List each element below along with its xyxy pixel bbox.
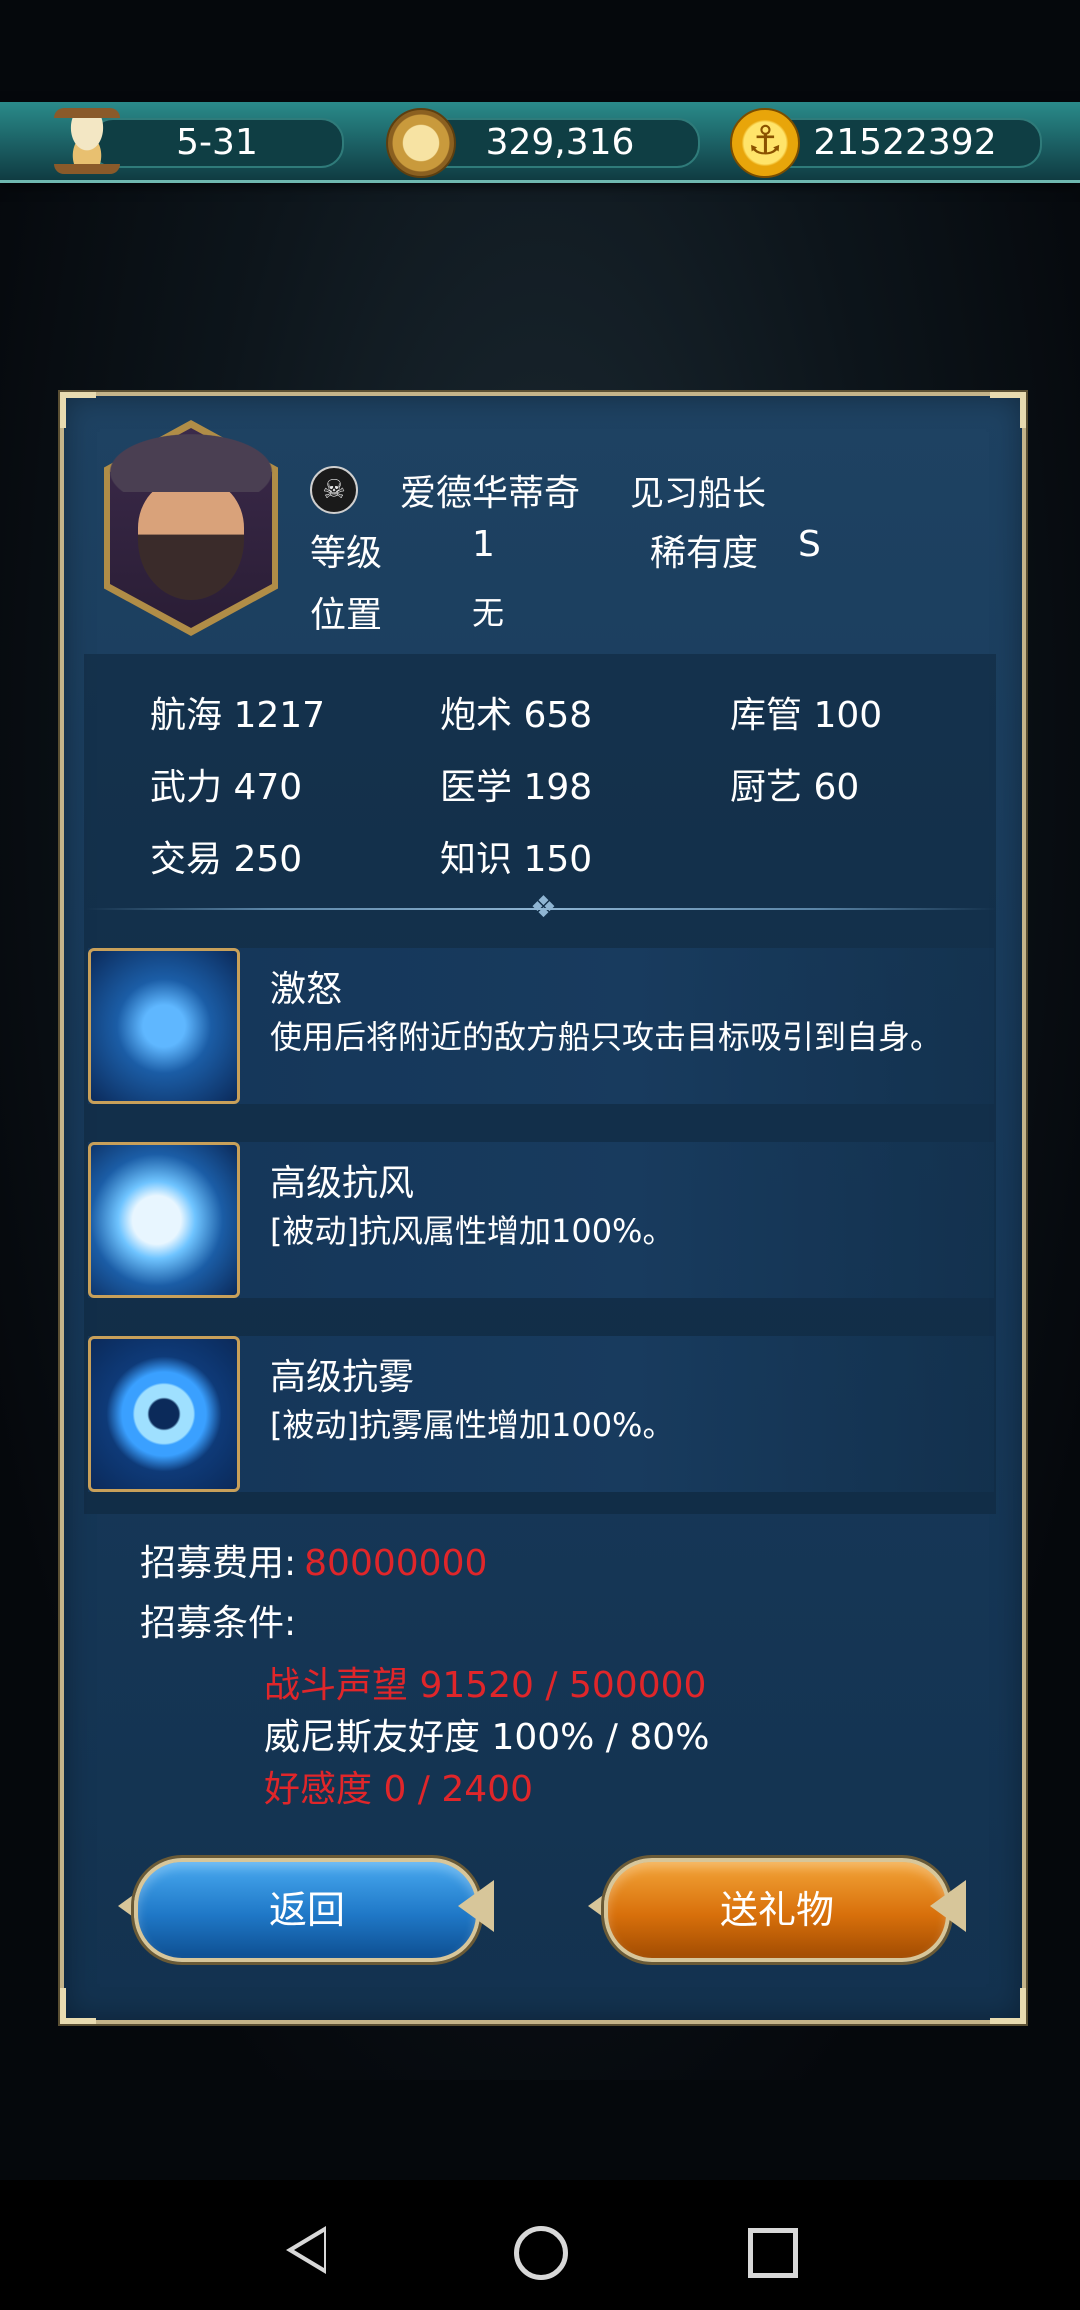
recruit-cost: 招募费用: 80000000: [140, 1534, 487, 1586]
level-value: 1: [472, 524, 495, 565]
panel-corner: [60, 392, 96, 428]
compass-value: 329,316: [485, 122, 635, 163]
panel-corner: [990, 1988, 1026, 2024]
nav-back-icon-inner: [294, 2232, 324, 2268]
compass-pill: 329,316: [420, 118, 700, 168]
condition-battle-fame: 战斗声望 91520 / 500000: [264, 1665, 707, 1706]
stat-storage: 库管 100: [730, 695, 883, 736]
fog-resist-icon: [88, 1336, 240, 1492]
stat-cooking: 厨艺 60: [730, 767, 860, 808]
skill-name: 高级抗风: [270, 1163, 415, 1204]
skill-name: 高级抗雾: [270, 1357, 415, 1398]
send-gift-button[interactable]: 送礼物: [604, 1858, 950, 1962]
nav-recents-icon[interactable]: [748, 2228, 798, 2278]
skill-name: 激怒: [270, 969, 343, 1010]
resource-bar: 5-31 329,316 21522392 ⚓: [0, 102, 1080, 183]
time-value: 5-31: [176, 122, 258, 163]
skill-desc: [被动]抗雾属性增加100%。: [270, 1406, 675, 1444]
stat-force: 武力 470: [150, 767, 303, 808]
back-button[interactable]: 返回: [134, 1858, 480, 1962]
wind-resist-icon: [88, 1142, 240, 1298]
nav-home-icon[interactable]: [514, 2226, 568, 2280]
stat-knowledge: 知识 150: [440, 839, 593, 880]
pirate-hat: [88, 424, 294, 492]
gold-pill: 21522392: [768, 118, 1042, 168]
panel-corner: [990, 392, 1026, 428]
time-pill: 5-31: [90, 118, 344, 168]
position-label: 位置: [310, 595, 383, 636]
divider-ornament-icon: ❖: [530, 890, 557, 925]
skull-icon: ☠: [310, 466, 358, 514]
skill-row[interactable]: 高级抗雾 [被动]抗雾属性增加100%。: [88, 1336, 994, 1492]
gold-value: 21522392: [813, 122, 997, 163]
skill-row[interactable]: 高级抗风 [被动]抗风属性增加100%。: [88, 1142, 994, 1298]
skill-desc: [被动]抗风属性增加100%。: [270, 1212, 675, 1250]
captain-name: 爱德华蒂奇: [400, 473, 581, 514]
level-label: 等级: [310, 533, 383, 574]
stat-gunnery: 炮术 658: [440, 695, 593, 736]
recruit-cost-value: 80000000: [304, 1543, 488, 1584]
recruit-cost-label: 招募费用:: [140, 1543, 297, 1584]
recruit-conditions-label: 招募条件:: [140, 1603, 297, 1644]
rarity-label: 稀有度: [650, 533, 759, 574]
panel-corner: [60, 1988, 96, 2024]
hourglass-icon: [54, 108, 120, 174]
skill-row[interactable]: 激怒 使用后将附近的敌方船只攻击目标吸引到自身。: [88, 948, 994, 1104]
stat-navigation: 航海 1217: [150, 695, 326, 736]
compass-icon: [386, 108, 456, 178]
position-value: 无: [472, 594, 505, 632]
stat-medicine: 医学 198: [440, 767, 593, 808]
captain-face: [138, 480, 244, 600]
rarity-value: S: [798, 524, 821, 565]
condition-venice-friendship: 威尼斯友好度 100% / 80%: [264, 1717, 710, 1758]
stat-trade: 交易 250: [150, 839, 303, 880]
captain-title: 见习船长: [630, 474, 766, 514]
condition-affection: 好感度 0 / 2400: [264, 1769, 533, 1810]
skill-desc: 使用后将附近的敌方船只攻击目标吸引到自身。: [270, 1018, 943, 1056]
anchor-coin-icon: ⚓: [730, 108, 800, 178]
rage-ship-icon: [88, 948, 240, 1104]
